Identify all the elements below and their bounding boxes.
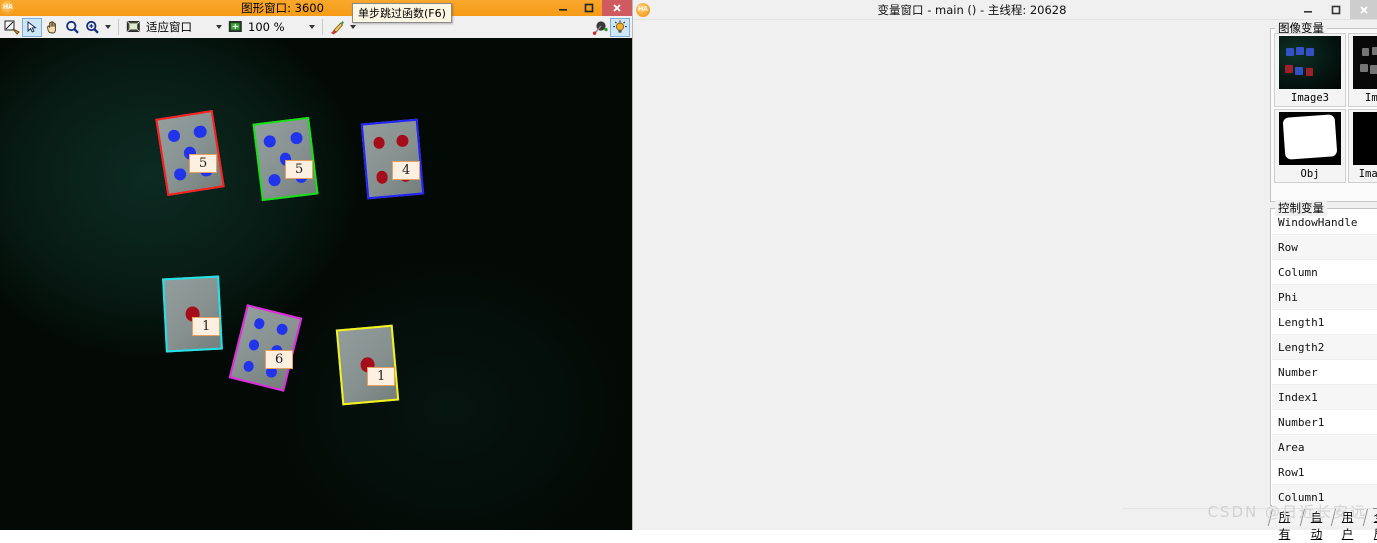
table-row[interactable]: Index17 xyxy=(1272,385,1377,410)
detection-count-label: 5 xyxy=(285,160,314,179)
table-row[interactable]: Row1707.206 xyxy=(1272,460,1377,485)
table-row[interactable]: Column[571.991, 879.816, 1198.85, 592.58… xyxy=(1272,260,1377,285)
control-variables-group: 控制变量 WindowHandle3600Row[249.506, 267.87… xyxy=(1270,200,1377,510)
color-picker-icon[interactable] xyxy=(327,18,347,37)
detection-count-label: 5 xyxy=(189,154,218,173)
app-root: HA 图形窗口: 3600 适应窗口 100 % 单步跳过函数(F6) 5 5 … xyxy=(0,0,1377,541)
table-row[interactable]: WindowHandle3600 xyxy=(1272,210,1377,235)
detection-count-label: 6 xyxy=(265,350,294,369)
table-row[interactable]: Row[249.506, 267.871, 269.928, 602.442, … xyxy=(1272,235,1377,260)
detection-outline xyxy=(252,116,319,202)
graphics-window-controls xyxy=(550,0,632,16)
table-row[interactable]: Length1[76.0853, 74.8902, 75.0819, 75.08… xyxy=(1272,310,1377,335)
variable-window-titlebar: HA 变量窗口 - main () - 主线程: 20628 xyxy=(633,0,1377,20)
thumbnail-preview xyxy=(1279,112,1341,165)
thumbnail-preview xyxy=(1279,36,1341,89)
variable-name-cell: Row xyxy=(1278,240,1298,254)
image-variable-thumbnail[interactable]: Image1 xyxy=(1348,33,1377,107)
table-row[interactable]: Number6 xyxy=(1272,360,1377,385)
variable-name-cell: Area xyxy=(1278,440,1305,454)
toolbar-separator-2 xyxy=(321,19,323,35)
halcon-logo-icon-2: HA xyxy=(636,2,650,17)
detection-outline xyxy=(162,275,223,353)
detection-outline xyxy=(155,109,225,197)
measure-tool-icon[interactable] xyxy=(590,18,610,37)
variable-window-title: 变量窗口 - main () - 主线程: 20628 xyxy=(877,2,1067,17)
thumbnail-label: Obj xyxy=(1300,168,1320,180)
zoom-level-dropdown-caret-icon[interactable] xyxy=(306,18,318,37)
pan-hand-icon[interactable] xyxy=(42,18,62,37)
table-row[interactable]: Area21832 xyxy=(1272,435,1377,460)
zoom-in-icon[interactable] xyxy=(82,18,102,37)
zoom-dropdown-caret-icon[interactable] xyxy=(102,18,114,37)
close-button[interactable] xyxy=(602,0,632,16)
detection-count-label: 4 xyxy=(392,161,421,180)
draw-tool-icon[interactable] xyxy=(2,18,22,37)
detected-die xyxy=(155,109,225,197)
table-row[interactable]: Length2[75.1933, 74.4268, 75.0077, 74.90… xyxy=(1272,335,1377,360)
detected-die xyxy=(162,275,223,353)
graphics-window: HA 图形窗口: 3600 适应窗口 100 % 单步跳过函数(F6) 5 5 … xyxy=(0,0,632,530)
var-close-button[interactable] xyxy=(1350,0,1377,19)
image-canvas[interactable]: 5 5 4 1 6 1 xyxy=(0,38,632,530)
variable-name-cell: Length2 xyxy=(1278,340,1325,354)
table-row[interactable]: Number11 xyxy=(1272,410,1377,435)
lightbulb-icon[interactable] xyxy=(610,17,630,37)
detection-outline xyxy=(360,118,425,200)
detection-count-label: 1 xyxy=(192,317,221,336)
detected-die xyxy=(335,324,400,406)
fit-window-icon[interactable] xyxy=(123,18,143,37)
detection-outline xyxy=(335,324,400,406)
image-variable-thumbnail[interactable]: Image3 xyxy=(1274,33,1346,107)
variable-window: HA 变量窗口 - main () - 主线程: 20628 图像变量 Imag… xyxy=(632,0,1377,541)
graphics-window-titlebar: HA 图形窗口: 3600 xyxy=(0,0,632,16)
zoom-level-icon[interactable] xyxy=(225,18,245,37)
variable-name-cell: Length1 xyxy=(1278,315,1325,329)
thumbnail-label: ImageRed xyxy=(1358,168,1377,180)
thumbnail-preview xyxy=(1353,36,1377,89)
table-row[interactable]: Phi[-0.1834, 1.34948, -1.49655, 0.038740… xyxy=(1272,285,1377,310)
image-variable-thumbnail[interactable]: ImageRed xyxy=(1348,109,1377,183)
minimize-button[interactable] xyxy=(550,0,576,16)
image-variable-thumbnail[interactable]: Obj xyxy=(1274,109,1346,183)
halcon-logo-icon: HA xyxy=(1,1,15,15)
toolbar-separator xyxy=(118,19,119,35)
thumbnail-preview xyxy=(1353,112,1377,165)
variable-name-cell: Column xyxy=(1278,265,1318,279)
variable-name-cell: WindowHandle xyxy=(1278,215,1358,229)
canvas-glow-2 xyxy=(250,238,632,530)
detection-count-label: 1 xyxy=(367,367,396,386)
toolbar-right-group xyxy=(590,17,630,37)
zoom-magnifier-icon[interactable] xyxy=(62,18,82,37)
fit-window-dropdown-caret-icon[interactable] xyxy=(213,18,225,37)
csdn-watermark: CSDN @日近长安远 xyxy=(1207,503,1367,521)
maximize-button[interactable] xyxy=(576,0,602,16)
thumbnail-label: Image1 xyxy=(1365,92,1377,104)
arrow-select-icon[interactable] xyxy=(22,17,42,37)
zoom-level-label: 100 % xyxy=(248,20,285,34)
var-minimize-button[interactable] xyxy=(1294,0,1322,19)
control-variables-table: WindowHandle3600Row[249.506, 267.871, 26… xyxy=(1272,210,1377,510)
variable-name-cell: Index1 xyxy=(1278,390,1318,404)
image-variables-group: 图像变量 Image3Image1Image2Image31RegionsReg… xyxy=(1270,20,1377,202)
variable-name-cell: Phi xyxy=(1278,290,1298,304)
toolbar-tooltip: 单步跳过函数(F6) xyxy=(352,3,452,23)
graphics-toolbar: 适应窗口 100 % xyxy=(0,16,632,39)
fit-window-label: 适应窗口 xyxy=(146,20,192,34)
detected-die xyxy=(252,116,319,202)
graphics-window-title: 图形窗口: 3600 xyxy=(241,1,324,15)
var-maximize-button[interactable] xyxy=(1322,0,1350,19)
detected-die xyxy=(360,118,425,200)
variable-name-cell: Number1 xyxy=(1278,415,1325,429)
image-variable-thumbnails: Image3Image1Image2Image31RegionsRegionFi… xyxy=(1274,33,1377,198)
variable-tab-label: 全局 xyxy=(1373,510,1377,541)
variable-name-cell: Row1 xyxy=(1278,465,1305,479)
variable-name-cell: Number xyxy=(1278,365,1318,379)
thumbnail-label: Image3 xyxy=(1291,92,1329,104)
